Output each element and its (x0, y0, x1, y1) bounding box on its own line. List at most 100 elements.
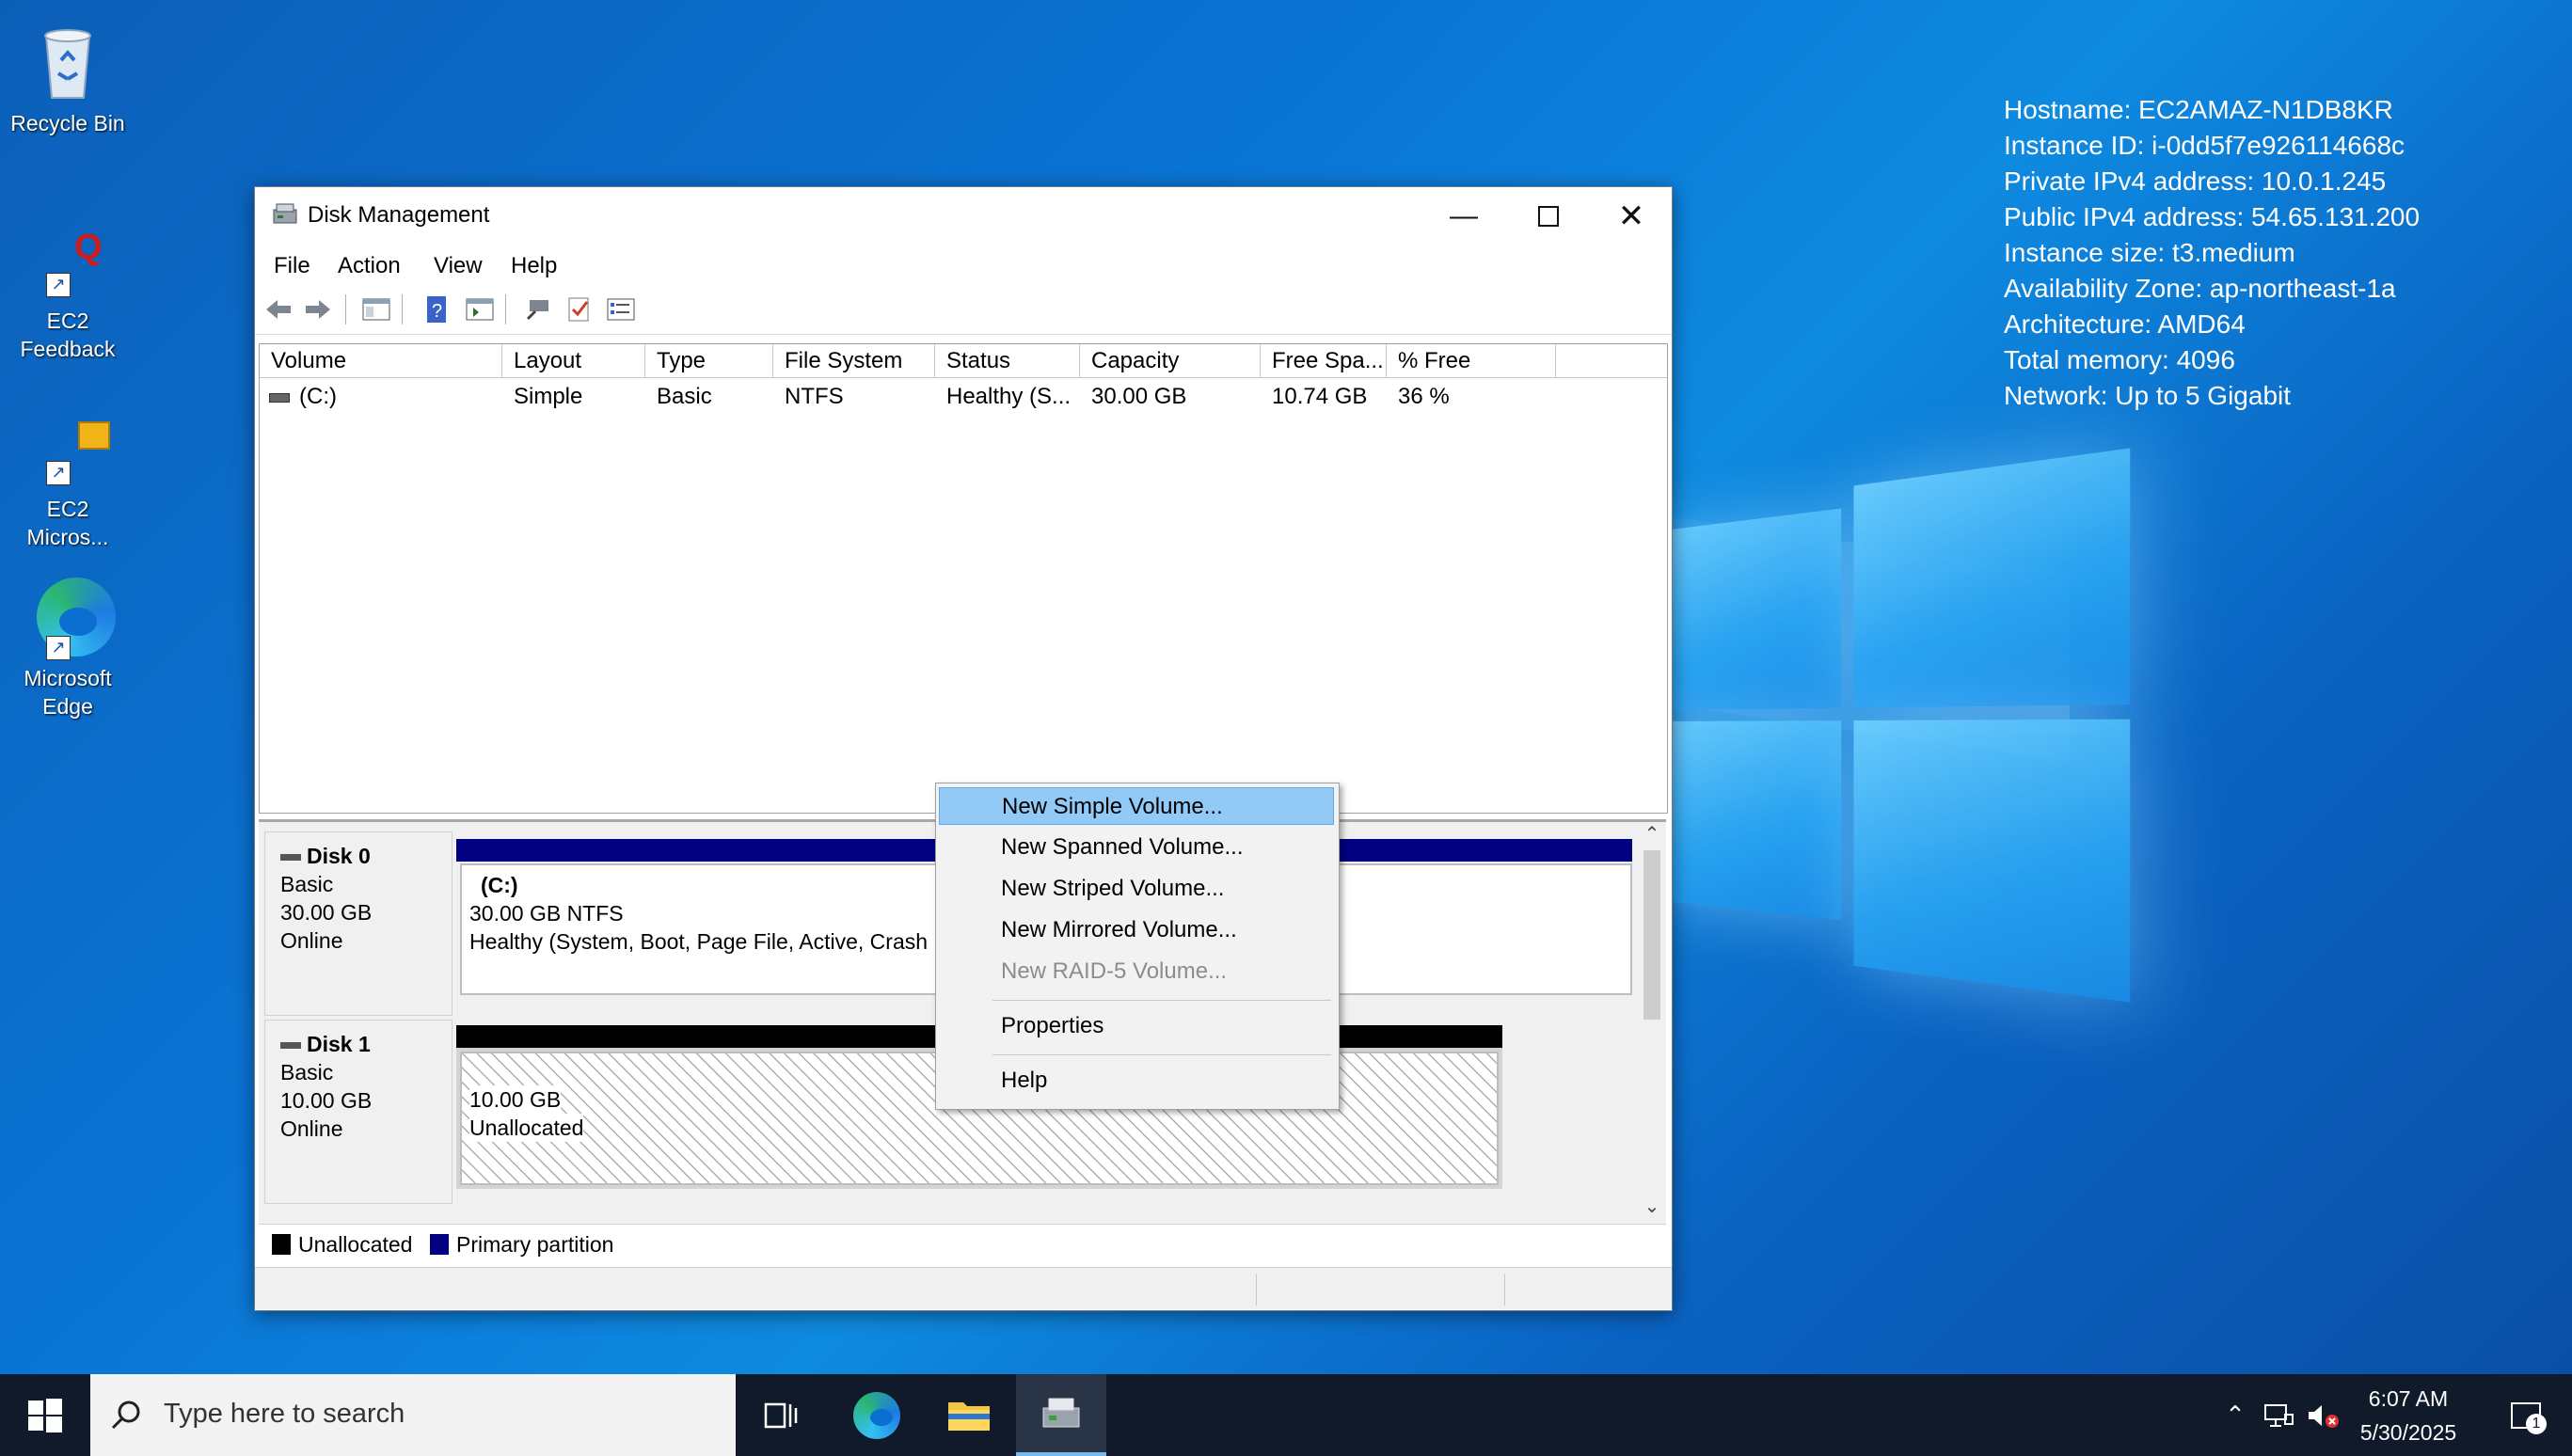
folder-icon (946, 1397, 992, 1434)
menu-item-new-mirrored-volume[interactable]: New Mirrored Volume... (939, 911, 1334, 949)
volume-list: Volume Layout Type File System Status Ca… (259, 343, 1668, 814)
forward-arrow-icon (306, 300, 330, 319)
show-hide-console-tree-button[interactable] (360, 294, 392, 324)
ec2-feedback-icon: Q ↗ (25, 226, 110, 301)
legend-primary-swatch (430, 1234, 449, 1255)
network-icon (2262, 1401, 2294, 1430)
help-button[interactable]: ? (421, 294, 452, 324)
cell-layout: Simple (502, 382, 645, 412)
desktop-icon-ec2-feedback[interactable]: Q ↗ EC2 Feedback (2, 226, 134, 363)
legend: Unallocated Primary partition (259, 1224, 1666, 1264)
status-bar (255, 1267, 1672, 1309)
sysinfo-public-ip: Public IPv4 address: 54.65.131.200 (2004, 199, 2420, 235)
properties-button[interactable] (605, 294, 637, 324)
forward-button[interactable] (302, 294, 334, 324)
cell-percent-free: 36 % (1387, 382, 1556, 412)
context-menu: New Simple Volume... New Spanned Volume.… (935, 783, 1340, 1110)
taskbar-edge-button[interactable] (832, 1374, 922, 1456)
disk-management-window: Disk Management — ✕ File Action View Hel… (254, 186, 1673, 1311)
search-placeholder: Type here to search (164, 1399, 405, 1430)
desktop-icon-microsoft-edge[interactable]: ↗ Microsoft Edge (2, 574, 134, 720)
sysinfo-hostname: Hostname: EC2AMAZ-N1DB8KR (2004, 92, 2420, 128)
column-header-capacity[interactable]: Capacity (1080, 344, 1261, 378)
show-action-pane-button[interactable] (464, 294, 496, 324)
back-arrow-icon (266, 300, 291, 319)
volume-tray-button[interactable] (2301, 1374, 2346, 1456)
disk-0-status: Online (280, 926, 452, 955)
column-header-status[interactable]: Status (935, 344, 1080, 378)
sysinfo-total-memory: Total memory: 4096 (2004, 342, 2420, 378)
menu-item-new-striped-volume[interactable]: New Striped Volume... (939, 870, 1334, 908)
column-header-percent-free[interactable]: % Free (1387, 344, 1556, 378)
sysinfo-architecture: Architecture: AMD64 (2004, 307, 2420, 342)
show-hidden-icons-button[interactable]: ⌃ (2213, 1374, 2258, 1456)
unallocated-status: Unallocated (469, 1114, 583, 1142)
menu-item-new-simple-volume[interactable]: New Simple Volume... (939, 787, 1334, 825)
vertical-scrollbar[interactable]: ⌃ ⌄ (1640, 822, 1664, 1227)
column-header-free-space[interactable]: Free Spa... (1261, 344, 1387, 378)
cell-free-space: 10.74 GB (1261, 382, 1387, 412)
window-title: Disk Management (308, 202, 489, 229)
menu-item-properties[interactable]: Properties (939, 1007, 1334, 1045)
taskbar-disk-management-button[interactable] (1016, 1374, 1106, 1456)
tray-time: 6:07 AM (2352, 1382, 2465, 1416)
chevron-up-icon: ⌃ (2225, 1401, 2246, 1430)
ec2-feedback-label: EC2 Feedback (11, 307, 124, 363)
column-header-layout[interactable]: Layout (502, 344, 645, 378)
task-view-button[interactable] (736, 1374, 826, 1456)
network-tray-button[interactable] (2256, 1374, 2301, 1456)
action-center-button[interactable]: 1 (2484, 1374, 2568, 1456)
minimize-button[interactable]: — (1421, 187, 1506, 245)
disk-1-type: Basic (280, 1058, 452, 1086)
question-icon: ? (432, 301, 442, 322)
menu-item-help[interactable]: Help (939, 1062, 1334, 1100)
start-button[interactable] (0, 1374, 90, 1456)
tray-clock[interactable]: 6:07 AM 5/30/2025 (2352, 1382, 2465, 1449)
toolbar-separator (402, 294, 403, 324)
disk-1-label[interactable]: Disk 1 Basic 10.00 GB Online (264, 1020, 452, 1204)
menu-action[interactable]: Action (338, 253, 401, 279)
legend-unallocated-swatch (272, 1234, 291, 1255)
menu-view[interactable]: View (434, 253, 483, 279)
title-bar[interactable]: Disk Management — ✕ (255, 187, 1672, 245)
scroll-down-icon[interactable]: ⌄ (1640, 1195, 1664, 1219)
disk-0-size: 30.00 GB (280, 898, 452, 926)
notification-count: 1 (2526, 1414, 2547, 1434)
menu-help[interactable]: Help (511, 253, 557, 279)
close-button[interactable]: ✕ (1589, 187, 1674, 245)
menu-file[interactable]: File (274, 253, 310, 279)
maximize-button[interactable] (1506, 187, 1591, 245)
column-header-volume[interactable]: Volume (260, 344, 502, 378)
ec2-package-icon: ↗ (25, 414, 110, 489)
column-header-file-system[interactable]: File System (773, 344, 935, 378)
windows-start-icon (28, 1399, 62, 1432)
recycle-bin-icon (25, 19, 110, 103)
menu-item-new-spanned-volume[interactable]: New Spanned Volume... (939, 829, 1334, 866)
cell-volume: (C:) (288, 382, 502, 412)
connect-button[interactable] (522, 294, 554, 324)
desktop-icon-ec2-microsoft[interactable]: ↗ EC2 Micros... (2, 414, 134, 551)
scroll-up-icon[interactable]: ⌃ (1640, 822, 1664, 847)
recycle-bin-label: Recycle Bin (10, 111, 124, 135)
windows-logo-wallpaper (1656, 448, 2130, 1009)
disk-1-name: Disk 1 (307, 1032, 371, 1056)
column-header-empty (1556, 344, 1667, 378)
disk-0-label[interactable]: Disk 0 Basic 30.00 GB Online (264, 831, 452, 1016)
disk-1-status: Online (280, 1115, 452, 1143)
column-header-type[interactable]: Type (645, 344, 773, 378)
desktop-icon-recycle-bin[interactable]: Recycle Bin (2, 19, 134, 137)
disk-management-icon (1040, 1395, 1083, 1432)
status-divider (1504, 1274, 1505, 1306)
legend-unallocated-label: Unallocated (298, 1232, 412, 1258)
scrollbar-thumb[interactable] (1643, 850, 1660, 1020)
edge-icon: ↗ (25, 574, 110, 658)
search-icon (109, 1399, 143, 1432)
taskbar-file-explorer-button[interactable] (924, 1374, 1014, 1456)
rescan-button[interactable] (564, 294, 595, 324)
back-button[interactable] (262, 294, 294, 324)
sysinfo-network: Network: Up to 5 Gigabit (2004, 378, 2420, 414)
taskbar-search-box[interactable]: Type here to search (90, 1374, 736, 1456)
toolbar-separator (345, 294, 346, 324)
sysinfo-instance-size: Instance size: t3.medium (2004, 235, 2420, 271)
tray-date: 5/30/2025 (2352, 1416, 2465, 1449)
